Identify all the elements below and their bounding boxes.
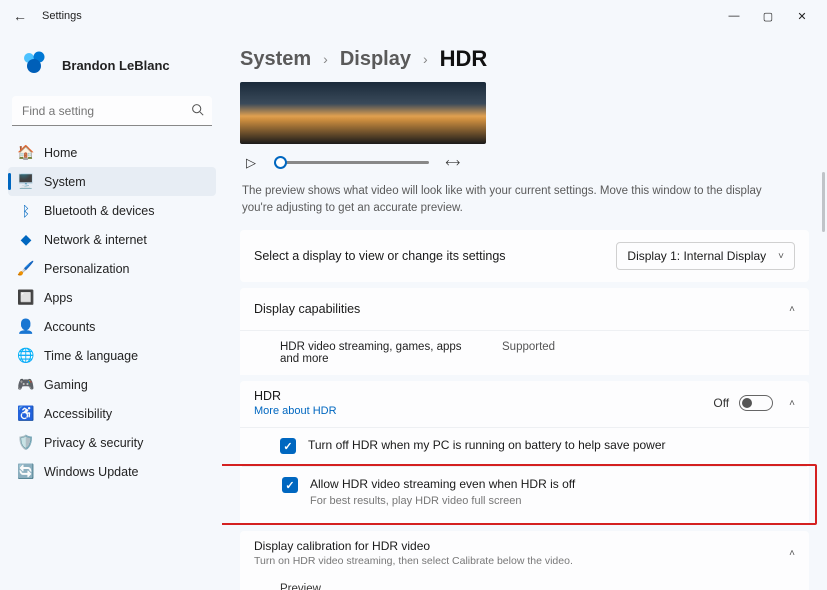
system-icon: 🖥️ — [18, 174, 34, 190]
scrollbar[interactable] — [822, 172, 825, 232]
apps-icon: 🔲 — [18, 290, 34, 306]
calibration-title: Display calibration for HDR video — [254, 539, 573, 553]
allow-hdr-streaming-sub: For best results, play HDR video full sc… — [310, 495, 575, 507]
chevron-up-icon: ˄ — [789, 548, 795, 559]
video-preview-thumbnail — [240, 82, 486, 144]
display-select-value: Display 1: Internal Display — [627, 249, 766, 263]
sidebar-item-system[interactable]: 🖥️ System — [8, 167, 216, 196]
home-icon: 🏠 — [18, 145, 34, 161]
gaming-icon: 🎮 — [18, 377, 34, 393]
sidebar-item-personalization[interactable]: 🖌️ Personalization — [8, 254, 216, 283]
breadcrumb: System › Display › HDR — [240, 42, 809, 82]
bluetooth-icon: ᛒ — [18, 203, 34, 219]
back-button[interactable]: ← — [8, 8, 32, 24]
sidebar-item-label: Apps — [44, 291, 73, 305]
sidebar-item-label: Windows Update — [44, 465, 139, 479]
display-select-dropdown[interactable]: Display 1: Internal Display ˅ — [616, 242, 795, 270]
breadcrumb-system[interactable]: System — [240, 48, 311, 71]
sidebar-item-update[interactable]: 🔄 Windows Update — [8, 457, 216, 486]
sidebar-item-privacy[interactable]: 🛡️ Privacy & security — [8, 428, 216, 457]
hdr-title: HDR — [254, 389, 337, 403]
calibration-sub: Turn on HDR video streaming, then select… — [254, 555, 573, 567]
preview-hint-text: The preview shows what video will look l… — [240, 177, 785, 230]
sidebar-item-bluetooth[interactable]: ᛒ Bluetooth & devices — [8, 196, 216, 225]
video-seek-slider[interactable] — [274, 161, 429, 164]
sidebar-item-home[interactable]: 🏠 Home — [8, 138, 216, 167]
sidebar-item-accounts[interactable]: 👤 Accounts — [8, 312, 216, 341]
window-title: Settings — [42, 10, 82, 22]
sidebar-item-time[interactable]: 🌐 Time & language — [8, 341, 216, 370]
sidebar-item-label: Network & internet — [44, 233, 147, 247]
highlighted-setting-box: ✓ Allow HDR video streaming even when HD… — [222, 464, 817, 525]
allow-hdr-streaming-checkbox[interactable]: ✓ — [282, 477, 298, 493]
search-icon — [191, 103, 204, 119]
wifi-icon: ◆ — [18, 232, 34, 248]
capabilities-item-value: Supported — [502, 341, 555, 365]
sidebar-item-gaming[interactable]: 🎮 Gaming — [8, 370, 216, 399]
hdr-toggle[interactable] — [739, 395, 773, 411]
update-icon: 🔄 — [18, 464, 34, 480]
sidebar-item-label: System — [44, 175, 86, 189]
fullscreen-button[interactable]: ⤢ — [443, 153, 463, 173]
sidebar-item-label: Accessibility — [44, 407, 112, 421]
page-title: HDR — [440, 46, 488, 72]
search-input[interactable] — [12, 96, 212, 126]
accounts-icon: 👤 — [18, 319, 34, 335]
user-name: Brandon LeBlanc — [62, 58, 170, 73]
sidebar-item-label: Personalization — [44, 262, 129, 276]
play-button[interactable]: ▷ — [246, 155, 256, 171]
maximize-button[interactable]: ▢ — [751, 3, 785, 29]
sidebar-item-label: Home — [44, 146, 77, 160]
sidebar-item-label: Privacy & security — [44, 436, 143, 450]
sidebar-item-label: Gaming — [44, 378, 88, 392]
chevron-right-icon: › — [323, 51, 328, 67]
close-button[interactable]: ✕ — [785, 3, 819, 29]
sidebar-item-label: Bluetooth & devices — [44, 204, 155, 218]
paintbrush-icon: 🖌️ — [18, 261, 34, 277]
chevron-right-icon: › — [423, 51, 428, 67]
allow-hdr-streaming-label: Allow HDR video streaming even when HDR … — [310, 477, 575, 491]
battery-hdr-checkbox[interactable]: ✓ — [280, 438, 296, 454]
chevron-up-icon: ˄ — [789, 398, 795, 409]
capabilities-title: Display capabilities — [254, 302, 360, 316]
calibration-preview-label: Preview — [240, 577, 809, 590]
hdr-toggle-state: Off — [713, 396, 729, 410]
sidebar-item-label: Accounts — [44, 320, 95, 334]
more-about-hdr-link[interactable]: More about HDR — [254, 405, 337, 417]
sidebar-item-label: Time & language — [44, 349, 138, 363]
sidebar-item-network[interactable]: ◆ Network & internet — [8, 225, 216, 254]
sidebar-item-accessibility[interactable]: ♿ Accessibility — [8, 399, 216, 428]
display-select-label: Select a display to view or change its s… — [254, 249, 506, 263]
shield-icon: 🛡️ — [18, 435, 34, 451]
accessibility-icon: ♿ — [18, 406, 34, 422]
chevron-down-icon: ˅ — [778, 251, 784, 262]
sidebar-item-apps[interactable]: 🔲 Apps — [8, 283, 216, 312]
battery-hdr-label: Turn off HDR when my PC is running on ba… — [308, 438, 666, 452]
slider-thumb[interactable] — [274, 156, 287, 169]
clock-icon: 🌐 — [18, 348, 34, 364]
capabilities-item-label: HDR video streaming, games, apps and mor… — [280, 341, 480, 365]
breadcrumb-display[interactable]: Display — [340, 48, 411, 71]
chevron-up-icon: ˄ — [789, 304, 795, 315]
display-capabilities-expander[interactable]: Display capabilities ˄ — [240, 288, 809, 330]
minimize-button[interactable]: — — [717, 3, 751, 29]
avatar-icon — [18, 48, 52, 82]
user-profile[interactable]: Brandon LeBlanc — [8, 40, 216, 96]
